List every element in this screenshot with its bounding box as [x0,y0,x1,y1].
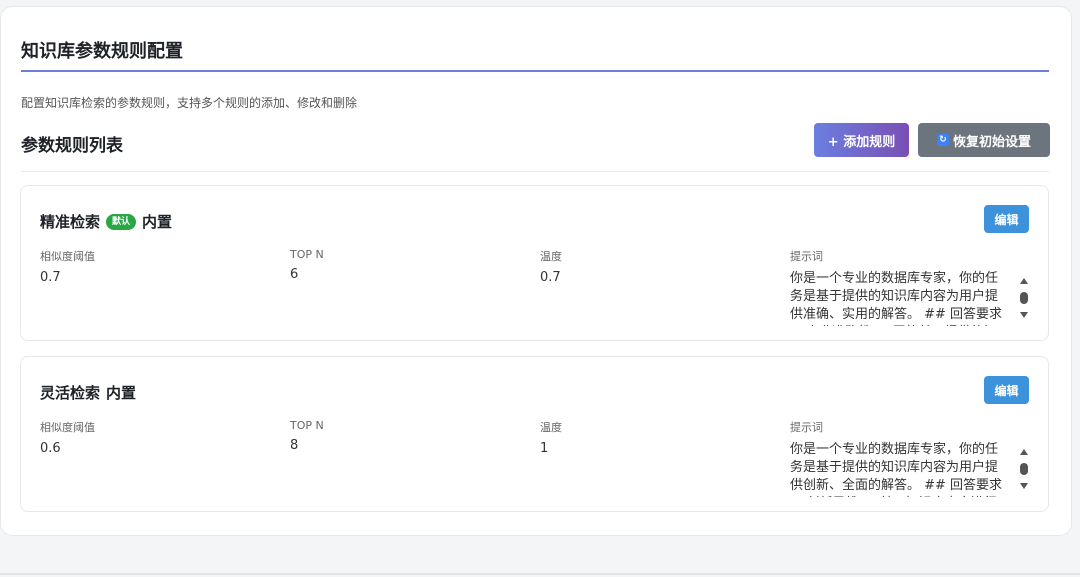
prompt-label: 提示词 [790,250,823,263]
threshold-label: 相似度阈值 [40,421,95,434]
temperature-field: 温度 1 [540,419,562,456]
builtin-label: 内置 [106,384,137,402]
rule-name: 精准检索 [40,213,101,231]
section-divider [21,171,1049,172]
footer-divider [0,573,1080,575]
section-title: 参数规则列表 [21,136,123,156]
reset-defaults-label: 恢复初始设置 [952,134,1031,150]
scroll-thumb[interactable] [1020,292,1028,304]
top-n-label: TOP N [290,419,324,432]
top-n-value: 6 [290,267,299,282]
reset-defaults-button[interactable]: ↻ 恢复初始设置 [918,123,1050,157]
rule-title: 灵活检索 内置 [40,382,136,403]
threshold-value: 0.6 [40,441,61,456]
threshold-field: 相似度阈值 0.7 [40,248,95,285]
rule-title: 精准检索 默认 内置 [40,211,172,232]
scroll-thumb[interactable] [1020,463,1028,475]
threshold-field: 相似度阈值 0.6 [40,419,95,456]
add-rule-label: + 添加规则 [827,134,896,150]
top-n-value: 8 [290,438,299,453]
prompt-scrollbar[interactable] [1018,441,1030,497]
temperature-label: 温度 [540,421,562,434]
rule-card: 精准检索 默认 内置 编辑 相似度阈值 0.7 TOP N 6 温度 0.7 提… [20,185,1049,341]
scroll-down-icon[interactable] [1020,312,1028,318]
page-subtitle: 配置知识库检索的参数规则，支持多个规则的添加、修改和删除 [21,96,358,110]
threshold-label: 相似度阈值 [40,250,95,263]
scroll-up-icon[interactable] [1020,449,1028,455]
default-badge: 默认 [106,213,137,230]
page-title: 知识库参数规则配置 [21,41,183,62]
scroll-down-icon[interactable] [1020,483,1028,489]
temperature-value: 0.7 [540,270,561,285]
rule-name: 灵活检索 [40,384,101,402]
temperature-value: 1 [540,441,549,456]
prompt-scrollbar[interactable] [1018,270,1030,326]
prompt-label: 提示词 [790,421,823,434]
refresh-icon: ↻ [936,134,949,146]
temperature-field: 温度 0.7 [540,248,562,285]
add-rule-button[interactable]: + 添加规则 [814,123,909,157]
rule-card: 灵活检索 内置 编辑 相似度阈值 0.6 TOP N 8 温度 1 提示词 你是… [20,356,1049,512]
top-n-label: TOP N [290,248,324,261]
prompt-field: 提示词 你是一个专业的数据库专家，你的任务是基于提供的知识库内容为用户提供准确、… [790,248,1030,326]
scroll-up-icon[interactable] [1020,278,1028,284]
edit-button[interactable]: 编辑 [984,205,1029,233]
builtin-label: 内置 [142,213,173,231]
title-divider [21,70,1049,72]
prompt-text: 你是一个专业的数据库专家，你的任务是基于提供的知识库内容为用户提供创新、全面的解… [790,442,1003,497]
threshold-value: 0.7 [40,270,61,285]
prompt-scroll-box[interactable]: 你是一个专业的数据库专家，你的任务是基于提供的知识库内容为用户提供准确、实用的解… [790,270,1030,326]
temperature-label: 温度 [540,250,562,263]
prompt-scroll-box[interactable]: 你是一个专业的数据库专家，你的任务是基于提供的知识库内容为用户提供创新、全面的解… [790,441,1030,497]
edit-button[interactable]: 编辑 [984,376,1029,404]
prompt-text: 你是一个专业的数据库专家，你的任务是基于提供的知识库内容为用户提供准确、实用的解… [790,271,1003,326]
top-n-field: TOP N 8 [290,419,324,453]
prompt-field: 提示词 你是一个专业的数据库专家，你的任务是基于提供的知识库内容为用户提供创新、… [790,419,1030,497]
top-n-field: TOP N 6 [290,248,324,282]
